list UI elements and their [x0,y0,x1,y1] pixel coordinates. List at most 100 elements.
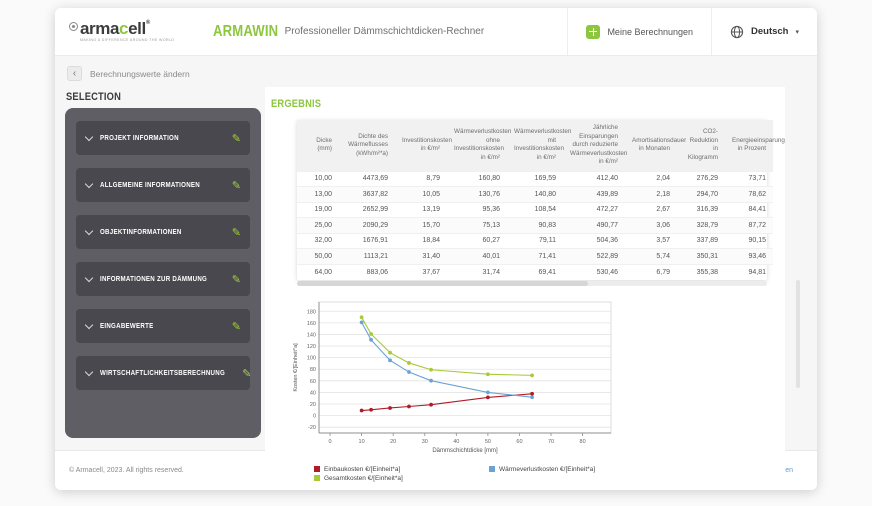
table-cell: 1113,21 [339,248,395,264]
edit-pencil-icon[interactable]: ✎ [232,320,241,333]
table-cell: 350,31 [677,248,725,264]
sidebar-item[interactable]: INFORMATIONEN ZUR DÄMMUNG ✎ [76,262,250,296]
table-row: 32,00 1676,91 18,84 60,27 79,11 504,36 3,57 337… [297,232,773,249]
sidebar-item[interactable]: PROJEKT INFORMATION ✎ [76,121,250,155]
table-cell: 140,80 [507,186,563,202]
edit-pencil-icon[interactable]: ✎ [232,132,241,145]
back-label[interactable]: Berechnungswerte ändern [90,69,190,79]
my-calculations-label: Meine Berechnungen [607,26,693,37]
legend-label: Einbaukosten €/[Einheit*a] [324,465,401,473]
table-cell: 472,27 [563,201,625,218]
breadcrumb: ‹ Berechnungswerte ändern [55,56,817,87]
brand-wordmark: armacell® [80,19,150,39]
table-cell: 6,79 [625,263,677,280]
table-cell: 25,00 [297,217,339,233]
svg-text:40: 40 [310,390,316,396]
app-subtitle: Professioneller Dämmschichtdicken-Rechne… [284,26,485,37]
svg-text:Dämmschichtdicke [mm]: Dämmschichtdicke [mm] [432,448,498,454]
sidebar-item-label: OBJEKTINFORMATIONEN [100,228,182,236]
table-cell: 2,04 [625,170,677,187]
table-cell: 90,15 [725,232,773,249]
selection-title: SELECTION [66,91,122,103]
sidebar: SELECTION PROJEKT INFORMATION ✎ ALLGEMEINE… [65,87,261,438]
table-cell: 60,27 [447,232,507,249]
legend-item: Einbaukosten €/[Einheit*a] [314,466,489,473]
table-header-cell: Amortisationsdauer in Monaten [625,120,686,171]
table-cell: 37,67 [395,263,447,280]
legend-item: Gesamtkosten €/[Einheit*a] [314,475,489,482]
table-cell: 328,79 [677,217,725,233]
edit-pencil-icon[interactable]: ✎ [232,273,241,286]
svg-text:10: 10 [359,439,365,445]
table-cell: 108,54 [507,201,563,218]
svg-text:60: 60 [516,439,522,445]
table-cell: 316,39 [677,201,725,218]
edit-pencil-icon[interactable]: ✎ [232,226,241,239]
table-cell: 13,19 [395,201,447,218]
table-cell: 2652,99 [339,201,395,218]
sidebar-item-label: PROJEKT INFORMATION [100,134,179,142]
sidebar-item[interactable]: ALLGEMEINE INFORMATIONEN ✎ [76,168,250,202]
table-cell: 5,74 [625,248,677,264]
table-cell: 439,89 [563,186,625,202]
results-panel: ERGEBNIS Dicke (mm) Dichte des Wärmefluss… [265,87,785,490]
table-header-cell: CO2-Reduktion in Kilogramm [677,120,725,171]
table-cell: 355,38 [677,263,725,280]
sidebar-item[interactable]: WIRTSCHAFTLICHKEITSBERECHNUNG ✎ [76,356,251,390]
table-cell: 169,59 [507,170,563,187]
table-cell: 10,00 [297,170,339,187]
language-selector[interactable]: Deutsch ▾ [711,8,817,55]
my-calculations-button[interactable]: Meine Berechnungen [567,8,711,55]
sidebar-item[interactable]: EINGABEWERTE ✎ [76,309,250,343]
sidebar-item[interactable]: OBJEKTINFORMATIONEN ✎ [76,215,250,249]
results-title: ERGEBNIS [271,98,322,110]
app-window: armacell® MAKING A DIFFERENCE AROUND THE… [55,8,817,490]
table-row: 25,00 2090,29 15,70 75,13 90,83 490,77 3,06 328… [297,217,773,233]
table-cell: 412,40 [563,170,625,187]
svg-text:30: 30 [422,439,428,445]
header: armacell® MAKING A DIFFERENCE AROUND THE… [55,8,817,56]
table-cell: 3,57 [625,232,677,249]
back-button[interactable]: ‹ [67,66,82,81]
svg-text:180: 180 [307,309,316,315]
table-cell: 19,00 [297,201,339,218]
table-row: 10,00 4473,69 8,79 160,80 169,59 412,40 2,04 27… [297,170,773,187]
sidebar-item-label: EINGABEWERTE [100,322,154,330]
legend-label: Gesamtkosten €/[Einheit*a] [324,474,403,482]
chevron-down-icon [84,273,94,282]
table-cell: 18,84 [395,232,447,249]
sidebar-item-label: ALLGEMEINE INFORMATIONEN [100,181,200,189]
table-cell: 75,13 [447,217,507,233]
svg-text:20: 20 [310,402,316,408]
table-header-cell: Energieeinsparung in Prozent [725,120,785,171]
svg-text:20: 20 [390,439,396,445]
table-cell: 2090,29 [339,217,395,233]
table-cell: 160,80 [447,170,507,187]
table-cell: 530,46 [563,263,625,280]
table-cell: 490,77 [563,217,625,233]
table-header-cell: Investitionskosten in €/m² [395,120,452,171]
svg-text:40: 40 [453,439,459,445]
horizontal-scrollbar[interactable] [297,280,767,286]
table-cell: 50,00 [297,248,339,264]
content-area: ‹ Berechnungswerte ändern SELECTION PROJ… [55,56,817,490]
legend-swatch [314,475,320,481]
chevron-down-icon [84,367,94,376]
table-cell: 10,05 [395,186,447,202]
sidebar-item-label: INFORMATIONEN ZUR DÄMMUNG [100,275,208,283]
svg-text:120: 120 [307,344,316,350]
table-cell: 13,00 [297,186,339,202]
table-cell: 87,72 [725,217,773,233]
vertical-scrollbar[interactable] [796,280,800,388]
svg-text:80: 80 [310,367,316,373]
svg-text:140: 140 [307,332,316,338]
results-section: ERGEBNIS Dicke (mm) Dichte des Wärmefluss… [265,87,785,490]
svg-text:0: 0 [313,413,316,419]
registered-mark: ® [145,20,150,27]
legend-swatch [314,466,320,472]
horizontal-scrollbar-thumb[interactable] [297,280,589,286]
svg-text:160: 160 [307,320,316,326]
edit-pencil-icon[interactable]: ✎ [232,179,241,192]
svg-text:80: 80 [580,439,586,445]
edit-pencil-icon[interactable]: ✎ [242,367,251,380]
